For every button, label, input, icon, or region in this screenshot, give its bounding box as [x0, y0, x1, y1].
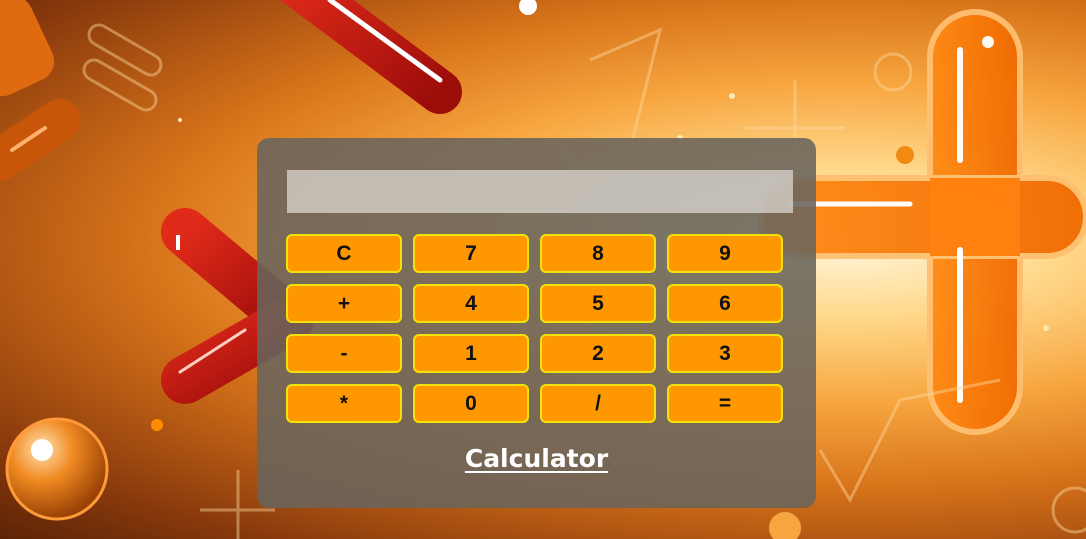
key-clear[interactable]: C: [286, 234, 402, 273]
red-bar-top: [280, 0, 462, 114]
key-7[interactable]: 7: [413, 234, 529, 273]
key-2[interactable]: 2: [540, 334, 656, 373]
key-5[interactable]: 5: [540, 284, 656, 323]
keypad: C 7 8 9 + 4 5 6 - 1 2 3 * 0 / =: [286, 234, 787, 423]
orange-pill-topleft: [0, 0, 81, 181]
calculator-panel: C 7 8 9 + 4 5 6 - 1 2 3 * 0 / = Calculat…: [257, 138, 816, 508]
key-0[interactable]: 0: [413, 384, 529, 423]
calculator-display[interactable]: [287, 170, 793, 213]
key-multiply[interactable]: *: [286, 384, 402, 423]
calculator-title: Calculator: [464, 444, 609, 473]
key-6[interactable]: 6: [667, 284, 783, 323]
key-divide[interactable]: /: [540, 384, 656, 423]
key-8[interactable]: 8: [540, 234, 656, 273]
key-equals[interactable]: =: [667, 384, 783, 423]
key-3[interactable]: 3: [667, 334, 783, 373]
key-4[interactable]: 4: [413, 284, 529, 323]
key-plus[interactable]: +: [286, 284, 402, 323]
key-1[interactable]: 1: [413, 334, 529, 373]
key-9[interactable]: 9: [667, 234, 783, 273]
key-minus[interactable]: -: [286, 334, 402, 373]
orange-ball: [5, 417, 109, 521]
